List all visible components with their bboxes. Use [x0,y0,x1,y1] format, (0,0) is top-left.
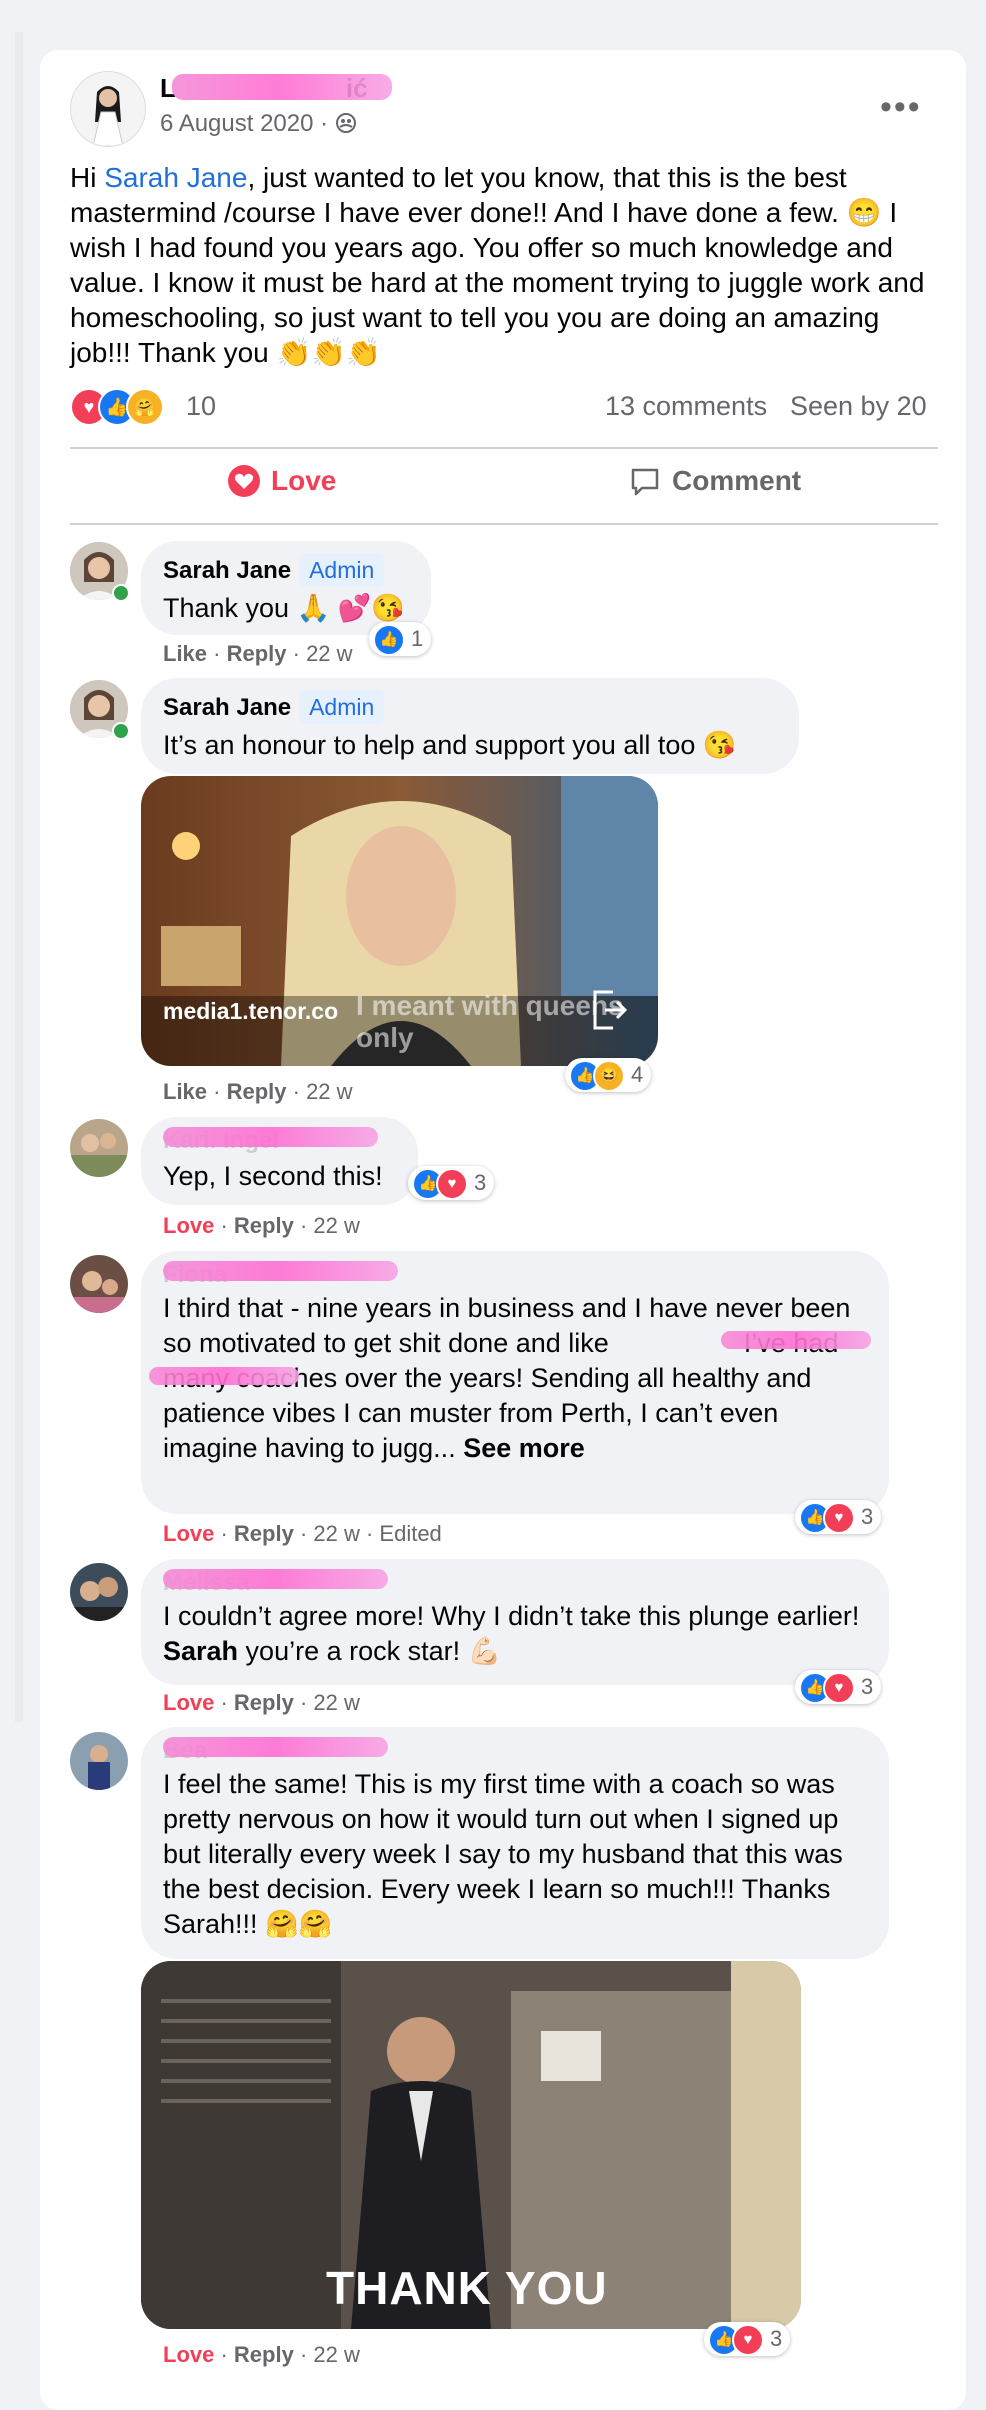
comment-bubble: Fiona I third that - nine years in busin… [141,1251,889,1514]
comment-time[interactable]: · 22 w · Edited [294,1521,442,1546]
reply-link[interactable]: Reply [234,2342,294,2367]
mention-link[interactable]: Sarah Jane [104,162,247,193]
post-body-text: Hi Sarah Jane, just wanted to let you kn… [70,162,925,368]
love-reaction-icon: ♥ [436,1168,468,1201]
divider [70,523,938,525]
post-date[interactable]: 6 August 2020 · [160,110,357,138]
commenter-name-wrap: Sarah Jane Admin [163,690,385,724]
comment-time[interactable]: · 22 w [287,1079,353,1104]
admin-badge: Admin [299,690,385,724]
redaction-scribble [163,1261,398,1281]
comment-button[interactable]: Comment [628,464,801,498]
love-reaction-icon: ♥ [732,2324,764,2357]
comment-bubble: Sarah Jane Admin It’s an honour to help a… [141,678,799,774]
commenter-avatar[interactable] [70,1255,128,1313]
comment-bubble: Kari. Ingel Yep, I second this! [141,1117,418,1205]
love-link[interactable]: Love [163,2342,214,2367]
comment-text: It’s an honour to help and support you a… [163,730,737,760]
comment-actions: Love · Reply · 22 w [163,2342,360,2367]
comment-actions: Love · Reply · 22 w [163,1213,360,1238]
comment-bubble: Bea I feel the same! This is my first ti… [141,1727,889,1959]
comment-icon [631,468,659,496]
comment-text: Thank you 🙏 💕😘 [163,593,405,623]
avatar-photo-icon [70,1563,128,1621]
reply-link[interactable]: Reply [234,1521,294,1546]
commenter-name-wrap: Sarah Jane Admin [163,553,385,587]
comment-time[interactable]: · 22 w [294,1690,360,1715]
comments-count[interactable]: 13 comments [605,391,767,422]
comment-reactions[interactable]: 👍 1 [369,622,432,657]
divider [70,447,938,449]
comment-actions: Love · Reply · 22 w · Edited [163,1521,442,1546]
avatar-photo-icon [70,1119,128,1177]
comment-actions: Love · Reply · 22 w [163,1690,360,1715]
online-status-dot [112,584,130,602]
commenter-avatar[interactable] [70,1563,128,1621]
love-icon [228,465,260,497]
comment-reactions[interactable]: 👍 😆 4 [565,1058,652,1093]
reply-link[interactable]: Reply [227,641,287,666]
more-options-icon[interactable]: ••• [880,88,922,127]
avatar-photo-icon [70,1255,128,1313]
redaction-scribble [172,74,392,100]
post-reactions-summary[interactable]: ♥ 👍 🤗 [70,388,164,428]
love-link[interactable]: Love [163,1690,214,1715]
love-reaction-icon: ♥ [823,1672,855,1705]
comment-bubble: Melissa I couldn’t agree more! Why I did… [141,1559,889,1685]
comment-time[interactable]: · 22 w [294,1213,360,1238]
comment-time[interactable]: · 22 w [287,641,353,666]
gif-attachment[interactable]: THANK YOU [141,1961,801,2329]
redaction-scribble [163,1737,388,1757]
open-external-icon[interactable] [589,988,629,1032]
redaction-scribble [149,1367,299,1385]
comment-reactions[interactable]: 👍 ♥ 3 [704,2322,791,2357]
post-author-avatar[interactable] [70,71,146,147]
see-more-link[interactable]: See more [463,1433,585,1463]
comment-text: I couldn’t agree more! Why I didn’t take… [163,1601,860,1666]
love-reaction-icon: ♥ [823,1502,855,1535]
reply-link[interactable]: Reply [227,1079,287,1104]
commenter-name[interactable]: Sarah Jane [163,557,291,584]
like-link[interactable]: Like [163,641,207,666]
comment-time[interactable]: · 22 w [294,2342,360,2367]
admin-badge: Admin [299,553,385,587]
comment-bubble: Sarah Jane Admin Thank you 🙏 💕😘 [141,541,431,635]
redaction-scribble [721,1331,871,1349]
reply-link[interactable]: Reply [234,1690,294,1715]
gif-caption: THANK YOU [326,2262,608,2314]
seen-by-count[interactable]: Seen by 20 [790,391,927,422]
comment-actions: Like · Reply · 22 w [163,1079,353,1104]
comment-reactions[interactable]: 👍 ♥ 3 [795,1670,882,1705]
redaction-scribble [163,1127,378,1147]
author-photo-icon [71,72,145,146]
comment-text: Yep, I second this! [163,1161,383,1191]
love-link[interactable]: Love [163,1521,214,1546]
comment-text: I feel the same! This is my first time w… [163,1769,843,1939]
gif-attachment[interactable]: I meant with queens only media1.tenor.co [141,776,658,1066]
haha-reaction-icon: 😆 [593,1060,625,1093]
left-edge-strip [15,32,23,1722]
care-reaction-icon: 🤗 [126,388,164,426]
comment-actions: Like · Reply · 22 w [163,641,353,666]
mention-bold[interactable]: Sarah [163,1636,238,1666]
reaction-count[interactable]: 10 [186,391,216,422]
love-link[interactable]: Love [163,1213,214,1238]
gif-source[interactable]: media1.tenor.co [163,998,338,1025]
redaction-scribble [163,1569,388,1589]
commenter-name[interactable]: Sarah Jane [163,694,291,721]
online-status-dot [112,722,130,740]
like-link[interactable]: Like [163,1079,207,1104]
reply-link[interactable]: Reply [234,1213,294,1238]
commenter-avatar[interactable] [70,1119,128,1177]
love-button[interactable]: Love [227,464,336,498]
like-reaction-icon: 👍 [373,624,405,657]
comment-reactions[interactable]: 👍 ♥ 3 [408,1166,495,1201]
comment-reactions[interactable]: 👍 ♥ 3 [795,1500,882,1535]
avatar-photo-icon [70,1732,128,1790]
group-audience-icon [335,113,356,133]
commenter-avatar[interactable] [70,1732,128,1790]
